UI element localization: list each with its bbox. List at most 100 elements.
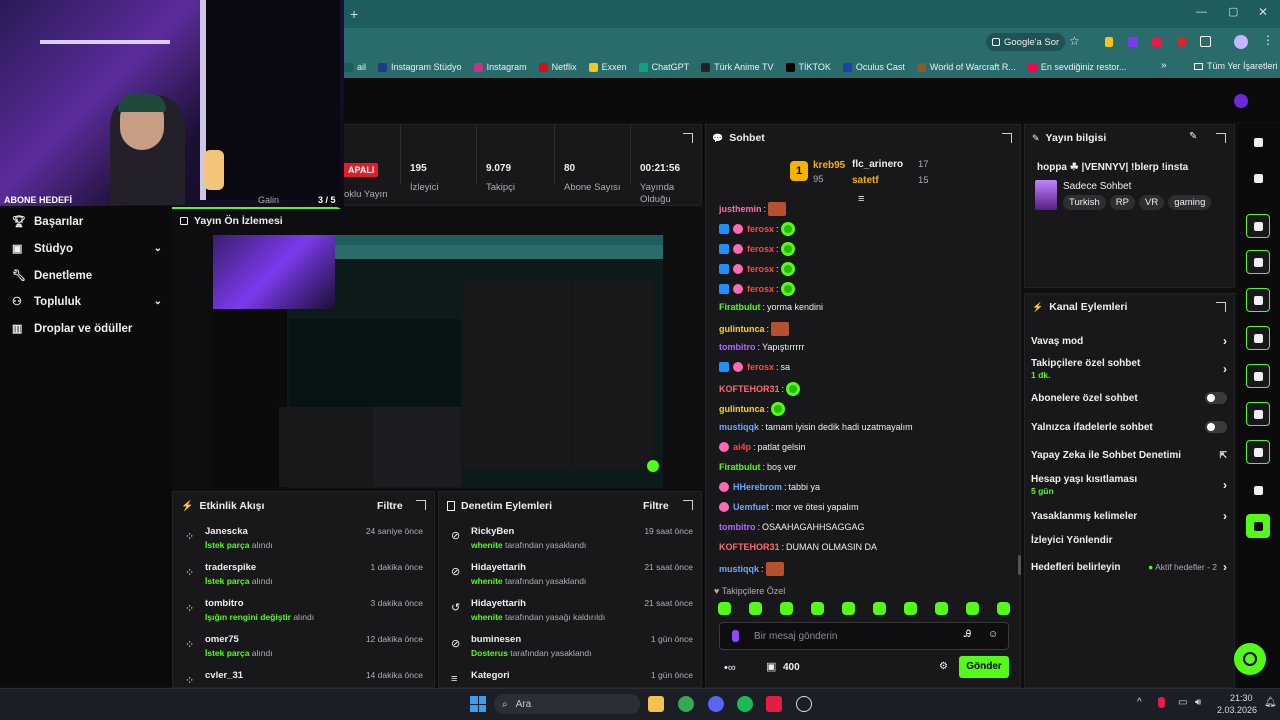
popout-icon[interactable] — [683, 500, 693, 510]
discord-icon[interactable] — [708, 696, 724, 712]
popout-icon[interactable] — [1216, 133, 1226, 143]
toggle-switch[interactable] — [1205, 421, 1227, 433]
leader-name[interactable]: flc_arinero — [852, 159, 903, 170]
quick-emote-icon[interactable] — [811, 602, 824, 615]
emoji-icon[interactable]: ☺ — [988, 629, 998, 640]
chat-message[interactable]: Firatbulut: boş ver — [719, 462, 797, 472]
rail-button[interactable] — [1246, 288, 1270, 312]
quick-emote-icon[interactable] — [842, 602, 855, 615]
activity-row[interactable]: omer75 İstek parça alındı 12 dakika önce — [205, 634, 429, 658]
translate-icon[interactable]: Ꭿ — [964, 629, 971, 640]
extension-icon[interactable] — [1152, 37, 1162, 47]
sidebar-item[interactable]: 🔧︎ Denetleme — [12, 269, 162, 283]
menu-kebab-icon[interactable]: ⋮ — [1262, 33, 1274, 47]
extension-icon[interactable] — [1105, 37, 1113, 47]
minimize-icon[interactable]: — — [1196, 6, 1207, 18]
chat-message[interactable]: ferosx: — [719, 282, 795, 296]
settings-gear-icon[interactable]: ⚙ — [939, 661, 948, 672]
profile-avatar[interactable] — [1234, 35, 1248, 49]
bookmark-star-icon[interactable]: ☆ — [1069, 34, 1080, 48]
bookmark-item[interactable]: Instagram Stüdyo — [378, 62, 462, 72]
windows-start-icon[interactable] — [470, 696, 486, 712]
new-tab-icon[interactable]: + — [350, 6, 358, 22]
send-button[interactable]: Gönder — [959, 656, 1009, 678]
extension-icon[interactable] — [1177, 37, 1187, 47]
collapse-leaderboard-icon[interactable]: ≡ — [858, 193, 864, 205]
chat-message[interactable]: gulintunca: — [719, 322, 790, 336]
moderation-row[interactable]: Kategori 1 gün önce — [471, 670, 697, 684]
user-avatar[interactable] — [1234, 94, 1248, 108]
chat-input[interactable]: Bir mesaj gönderin Ꭿ ☺ — [719, 622, 1009, 650]
bookmark-item[interactable]: World of Warcraft R... — [916, 62, 1016, 72]
chat-message[interactable]: tombitro: OSAAHAGAHHSAGGAG — [719, 522, 865, 532]
tray-chevron-icon[interactable]: ^ — [1137, 697, 1142, 708]
app-icon[interactable] — [766, 696, 782, 712]
chat-message[interactable]: Uemfuet: mor ve ötesi yapalım — [719, 502, 859, 512]
leader-name[interactable]: satetf — [852, 175, 879, 186]
file-explorer-icon[interactable] — [648, 696, 664, 712]
toggle-switch[interactable] — [1205, 392, 1227, 404]
stream-tag[interactable]: Turkish — [1063, 195, 1106, 210]
activity-row[interactable]: tombitro Işığın rengini değiştir alındı 3 … — [205, 598, 429, 622]
activity-row[interactable]: traderspike İstek parça alındı 1 dakika ön… — [205, 562, 429, 586]
notification-icon[interactable]: 🔔︎ — [1264, 697, 1277, 708]
moderation-filter-button[interactable]: Filtre — [643, 500, 669, 512]
extensions-puzzle-icon[interactable] — [1200, 36, 1211, 47]
quick-emote-icon[interactable] — [997, 602, 1010, 615]
microphone-icon[interactable] — [732, 630, 739, 642]
moderation-row[interactable]: buminesen Dosterus tarafından yasaklandı 1… — [471, 634, 697, 658]
quick-emote-icon[interactable] — [904, 602, 917, 615]
maximize-icon[interactable]: ▢ — [1228, 5, 1238, 18]
rail-button[interactable] — [1246, 514, 1270, 538]
bookmark-item[interactable]: Türk Anime TV — [701, 62, 774, 72]
moderation-row[interactable]: Hidayettarih whenite tarafından yasağı ka… — [471, 598, 697, 622]
clock-time[interactable]: 21:30 — [1230, 693, 1253, 703]
stream-tag[interactable]: gaming — [1168, 195, 1212, 210]
channel-action-row[interactable]: Hedefleri belirleyin ● Aktif hedefler - 2… — [1031, 560, 1227, 574]
rail-button[interactable] — [1246, 478, 1270, 502]
chat-message[interactable]: KOFTEHOR31: — [719, 382, 801, 396]
popout-icon[interactable] — [1002, 133, 1012, 143]
quick-emote-icon[interactable] — [935, 602, 948, 615]
close-icon[interactable]: ✕ — [1258, 5, 1268, 19]
pencil-icon[interactable]: ✎ — [1189, 131, 1197, 142]
volume-icon[interactable]: 🔊︎ — [1195, 697, 1201, 708]
popout-icon[interactable] — [1216, 302, 1226, 312]
bookmark-item[interactable]: En sevdiğiniz restor... — [1027, 62, 1126, 72]
chat-message[interactable]: gulintunca: — [719, 402, 786, 416]
quick-emote-icon[interactable] — [966, 602, 979, 615]
ask-google-button[interactable]: Google'a Sor — [986, 33, 1066, 51]
spotify-icon[interactable] — [737, 696, 753, 712]
channel-action-row[interactable]: Hesap yaşı kısıtlaması 5 gün › — [1031, 474, 1227, 496]
rail-button[interactable] — [1246, 214, 1270, 238]
channel-action-row[interactable]: Yapay Zeka ile Sohbet Denetimi ⇱ — [1031, 450, 1227, 461]
sidebar-item[interactable]: ⚇ Topluluk ⌄ — [12, 295, 162, 309]
leader-name[interactable]: kreb95 — [813, 160, 845, 171]
activity-filter-button[interactable]: Filtre — [377, 500, 403, 512]
rail-button[interactable] — [1246, 130, 1270, 154]
chat-message[interactable]: ferosx: — [719, 262, 795, 276]
stream-category[interactable]: Sadece Sohbet — [1063, 181, 1131, 192]
rail-button[interactable] — [1246, 440, 1270, 464]
bookmark-item[interactable]: TİKTOK — [785, 62, 831, 72]
chat-message[interactable]: ferosx: — [719, 242, 795, 256]
sidebar-item[interactable]: 🏆︎ Başarılar — [12, 215, 162, 229]
channel-points[interactable]: 400 — [783, 662, 800, 673]
sidebar-item[interactable]: ▥ Droplar ve ödüller — [12, 322, 162, 336]
chat-message[interactable]: mustiqqk: — [719, 562, 784, 576]
chat-message[interactable]: tombitro: Yapıştırrrrr — [719, 342, 804, 352]
moderation-row[interactable]: RickyBen whenite tarafından yasaklandı 19 … — [471, 526, 697, 550]
taskbar-search[interactable]: ⌕ Ara — [494, 694, 640, 714]
chat-message[interactable]: mustiqqk: tamam iyisin dedik hadi uzatma… — [719, 422, 913, 432]
activity-row[interactable]: cvler_31 14 dakika önce — [205, 670, 429, 684]
activity-row[interactable]: Janescka İstek parça alındı 24 saniye önce — [205, 526, 429, 550]
quick-emote-icon[interactable] — [749, 602, 762, 615]
obs-icon[interactable] — [796, 696, 812, 712]
network-icon[interactable]: ▭ — [1178, 697, 1187, 708]
rail-button[interactable] — [1246, 250, 1270, 274]
all-bookmarks-button[interactable]: Tüm Yer İşaretleri — [1194, 61, 1278, 71]
quick-emote-icon[interactable] — [780, 602, 793, 615]
rail-button[interactable] — [1246, 402, 1270, 426]
channel-action-row[interactable]: Yalnızca ifadelerle sohbet — [1031, 421, 1227, 433]
chat-message[interactable]: ai4p: patlat gelsin — [719, 442, 806, 452]
